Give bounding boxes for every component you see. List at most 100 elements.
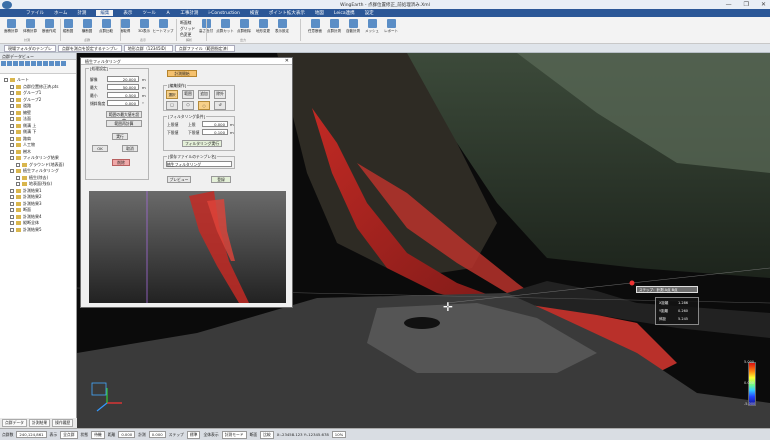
ribbon-button[interactable]: 3D表示 — [137, 19, 151, 34]
apply-range-button[interactable]: 範囲の最大値を設定 — [106, 111, 142, 123]
status-item[interactable]: 全点群 — [60, 430, 78, 439]
tree-item[interactable]: 計測結果4 — [10, 214, 42, 220]
slope-input[interactable]: 0.000 — [107, 100, 139, 106]
filter-run-button[interactable]: フィルタリング実行 — [182, 140, 222, 147]
visibility-checkbox[interactable] — [10, 97, 14, 102]
tree-item[interactable]: グループ1 — [10, 90, 41, 96]
tool-icon[interactable] — [13, 61, 18, 66]
tree-item[interactable]: 断面 — [10, 207, 31, 213]
status-item[interactable]: 計測モード — [221, 430, 247, 439]
delete-button[interactable]: 削除 — [112, 159, 130, 166]
visibility-checkbox[interactable] — [10, 195, 14, 199]
menu-item[interactable]: 設定 — [365, 10, 374, 16]
tree-item[interactable]: 計測結果3 — [10, 201, 42, 207]
circle-tool-icon[interactable]: ○ — [198, 101, 210, 110]
menu-item[interactable]: ツール — [142, 10, 156, 16]
visibility-checkbox[interactable] — [10, 117, 14, 121]
tree-item[interactable]: 道路 — [10, 103, 31, 109]
menu-item[interactable]: 表示 — [123, 10, 132, 16]
ok-button[interactable]: OK — [92, 145, 108, 152]
ribbon-button[interactable]: 点群カット — [216, 19, 234, 34]
visibility-checkbox[interactable] — [10, 110, 14, 115]
tree-item[interactable]: 側溝 上 — [10, 123, 36, 129]
visibility-checkbox[interactable] — [10, 104, 14, 108]
recalc-button[interactable]: 範囲再計算 — [106, 120, 142, 127]
visibility-checkbox[interactable] — [10, 156, 14, 160]
toggle-lower[interactable]: 下限値 — [167, 130, 178, 136]
visibility-checkbox[interactable] — [10, 123, 14, 128]
ribbon-button[interactable]: レポート — [384, 19, 398, 34]
status-zoom[interactable]: 10% — [331, 431, 347, 438]
maximize-button[interactable]: ❐ — [744, 1, 749, 8]
tree-item[interactable]: 路肩 — [10, 136, 31, 142]
tree-item[interactable]: 擁壁 — [10, 110, 31, 116]
visibility-checkbox[interactable] — [10, 208, 14, 212]
dialog-close-button[interactable]: ✕ — [285, 58, 289, 64]
tree-item[interactable]: グラウンド(地表面) — [16, 162, 64, 168]
tree-item[interactable]: 側溝 下 — [10, 129, 36, 135]
menu-item[interactable]: ポイント拡大表示 — [269, 10, 305, 16]
tool-icon[interactable] — [1, 61, 6, 66]
visibility-checkbox[interactable] — [10, 149, 14, 154]
ribbon-button[interactable]: 体積計算 — [23, 19, 37, 34]
ribbon-button[interactable]: 点群比較 — [99, 19, 113, 34]
visibility-checkbox[interactable] — [10, 221, 14, 225]
run-button[interactable]: 実行 — [112, 133, 128, 140]
tool-icon[interactable] — [25, 61, 30, 66]
menu-item[interactable]: 計測 — [77, 10, 86, 16]
tree-item[interactable]: 植生フィルタリング — [10, 168, 59, 174]
ribbon-button[interactable]: メッシュ — [365, 19, 379, 34]
tool-icon[interactable] — [43, 61, 48, 66]
ribbon-button[interactable]: 縦断図 — [61, 19, 75, 34]
ribbon-button[interactable]: 面積計算 — [4, 19, 18, 34]
menu-item[interactable]: 検査 — [250, 10, 259, 16]
visibility-checkbox[interactable] — [10, 214, 14, 219]
menu-item[interactable]: i-Construction — [208, 11, 240, 16]
visibility-checkbox[interactable] — [10, 91, 14, 95]
tree-item[interactable]: フィルタリング結果 — [10, 155, 59, 161]
mode-tab-add[interactable]: 追加 — [198, 90, 210, 99]
minimize-button[interactable]: — — [726, 1, 732, 8]
ribbon-button[interactable]: 自動計測 — [346, 19, 360, 34]
menu-item[interactable]: ファイル — [26, 10, 44, 16]
tab-history[interactable]: 操作履歴 — [52, 419, 74, 427]
tree-item[interactable]: 植生(除去) — [16, 175, 48, 181]
status-item[interactable]: 待機 — [91, 430, 105, 439]
tree-item[interactable]: グループ2 — [10, 97, 41, 103]
visibility-checkbox[interactable] — [10, 84, 14, 89]
min-input[interactable]: 0.500 — [107, 92, 139, 98]
status-item[interactable]: 0.000 — [118, 431, 136, 438]
ribbon-button[interactable]: 横断図 — [80, 19, 94, 34]
visibility-checkbox[interactable] — [16, 162, 20, 167]
resolution-input[interactable]: 20.000 — [107, 76, 139, 82]
preview-button[interactable]: プレビュー — [167, 176, 191, 183]
menu-item[interactable]: 地図 — [315, 10, 324, 16]
ribbon-button[interactable]: 地形変更 — [256, 19, 270, 34]
status-item[interactable]: 240,124,861 — [16, 431, 47, 438]
status-item[interactable]: 0.000 — [148, 431, 166, 438]
menu-item[interactable]: Leica連携 — [334, 10, 355, 16]
status-item[interactable]: 標準 — [186, 430, 201, 439]
tree-item[interactable]: 計測結果2 — [10, 194, 42, 200]
tab-point-data[interactable]: 点群データ — [2, 419, 27, 427]
menu-item[interactable]: 工事計測 — [180, 10, 198, 16]
doc-tab[interactable]: 点群を測点を設定するテンプレ — [57, 44, 122, 52]
mode-tab-select[interactable]: 選択 — [166, 90, 178, 99]
status-item[interactable]: 比較 — [260, 430, 274, 439]
tree-item[interactable]: 樹木 — [10, 149, 31, 155]
visibility-checkbox[interactable] — [10, 201, 14, 206]
square-tool-icon[interactable]: □ — [166, 101, 178, 110]
tree-item[interactable]: 計測結果5 — [10, 227, 42, 233]
visibility-checkbox[interactable] — [16, 182, 20, 186]
tree-item[interactable]: ルート — [4, 77, 29, 83]
menu-item[interactable]: 編集 — [96, 10, 114, 16]
doc-tab[interactable]: 現場フォルダのテンプレ — [4, 44, 56, 52]
undo-icon[interactable]: ↺ — [214, 101, 226, 110]
polygon-tool-icon[interactable]: ⬡ — [182, 101, 194, 110]
upper-input[interactable]: 0.000 — [202, 121, 228, 127]
visibility-checkbox[interactable] — [10, 188, 14, 193]
doc-tab[interactable]: 地形点群（12345ID） — [123, 44, 173, 52]
menu-item[interactable]: ホーム — [54, 10, 67, 16]
visibility-checkbox[interactable] — [16, 175, 20, 180]
doc-tab[interactable]: 点群ファイル（範囲指定済） — [174, 44, 235, 52]
